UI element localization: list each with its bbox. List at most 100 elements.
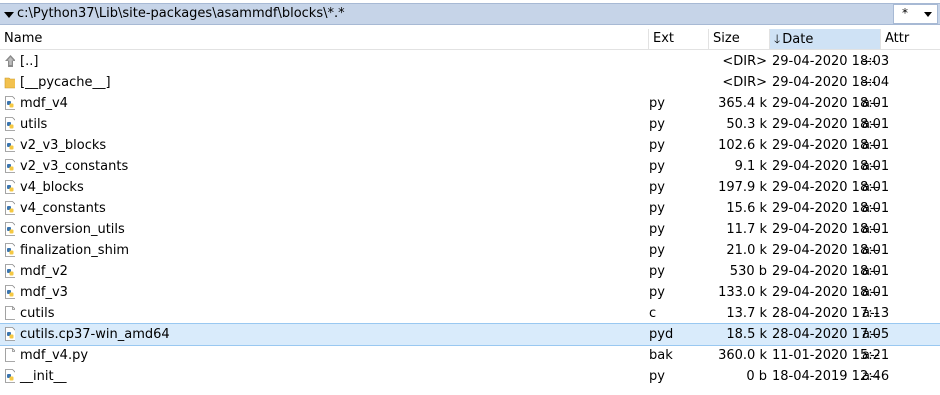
file-row[interactable]: finalization_shim py 21.0 k 29-04-2020 18:0… <box>0 240 940 261</box>
file-size: 365.4 k <box>718 96 767 111</box>
file-ext: py <box>649 369 665 384</box>
file-ext: py <box>649 243 665 258</box>
column-header-name[interactable]: Name <box>0 29 649 49</box>
file-ext: py <box>649 285 665 300</box>
file-size: 11.7 k <box>726 222 767 237</box>
path-bar[interactable]: c:\Python37\Lib\site-packages\asammdf\bl… <box>0 3 940 25</box>
file-size: 13.7 k <box>726 306 767 321</box>
file-name: v2_v3_blocks <box>20 138 107 153</box>
column-header: Name Ext Size 🡓 Date Attr <box>0 29 940 50</box>
file-attr: a-- <box>862 201 880 216</box>
file-size: <DIR> <box>722 54 767 69</box>
column-header-attr[interactable]: Attr <box>881 29 940 49</box>
file-ext: py <box>649 201 665 216</box>
python-file-icon <box>5 201 15 215</box>
column-header-size[interactable]: Size <box>709 29 770 49</box>
file-name: mdf_v4 <box>20 96 68 111</box>
file-ext: py <box>649 96 665 111</box>
file-list: [..] <DIR> 29-04-2020 18:03 --- [__pycache__… <box>0 51 940 387</box>
file-ext: py <box>649 138 665 153</box>
filter-value: * <box>902 6 908 20</box>
file-attr: --- <box>862 75 877 90</box>
file-ext: py <box>649 264 665 279</box>
file-size: 15.6 k <box>726 201 767 216</box>
file-ext: py <box>649 117 665 132</box>
python-file-icon <box>5 264 15 278</box>
file-name: mdf_v3 <box>20 285 68 300</box>
file-attr: a-- <box>862 117 880 132</box>
python-file-icon <box>5 243 15 257</box>
file-size: 0 b <box>746 369 767 384</box>
current-path: c:\Python37\Lib\site-packages\asammdf\bl… <box>17 6 345 21</box>
file-ext: c <box>649 306 657 321</box>
python-file-icon <box>5 285 15 299</box>
file-name: finalization_shim <box>20 243 130 258</box>
file-name: utils <box>20 117 48 132</box>
file-size: 530 b <box>729 264 767 279</box>
file-row[interactable]: __init__ py 0 b 18-04-2019 12:46 a-- <box>0 366 940 387</box>
file-ext: py <box>649 159 665 174</box>
file-attr: a-- <box>862 264 880 279</box>
filter-dropdown[interactable]: * <box>893 4 938 24</box>
dropdown-arrow-icon[interactable] <box>4 12 14 18</box>
file-size: 360.0 k <box>718 348 767 363</box>
file-row[interactable]: v4_blocks py 197.9 k 29-04-2020 18:01 a-- <box>0 177 940 198</box>
blank-file-icon <box>5 348 15 362</box>
python-file-icon <box>5 369 15 383</box>
file-attr: a-- <box>862 306 880 321</box>
folder-icon <box>4 77 15 89</box>
file-row[interactable]: v2_v3_blocks py 102.6 k 29-04-2020 18:01 a-- <box>0 135 940 156</box>
file-attr: a-- <box>862 327 880 342</box>
file-row[interactable]: utils py 50.3 k 29-04-2020 18:01 a-- <box>0 114 940 135</box>
file-attr: a-- <box>862 222 880 237</box>
file-row[interactable]: mdf_v4 py 365.4 k 29-04-2020 18:01 a-- <box>0 93 940 114</box>
file-size: 50.3 k <box>726 117 767 132</box>
file-name: v4_constants <box>20 201 106 216</box>
file-attr: a-- <box>862 369 880 384</box>
file-row[interactable]: cutils c 13.7 k 28-04-2020 17:13 a-- <box>0 303 940 324</box>
file-size: <DIR> <box>722 75 767 90</box>
file-name: __init__ <box>20 369 67 384</box>
file-attr: a-- <box>862 138 880 153</box>
file-name: mdf_v4.py <box>20 348 89 363</box>
column-header-date[interactable]: 🡓 Date <box>770 29 881 49</box>
python-file-icon <box>5 222 15 236</box>
file-row[interactable]: mdf_v4.py bak 360.0 k 11-01-2020 15:21 a-- <box>0 345 940 366</box>
file-size: 21.0 k <box>726 243 767 258</box>
file-ext: pyd <box>649 327 674 342</box>
python-file-icon <box>5 159 15 173</box>
file-ext: py <box>649 180 665 195</box>
file-size: 197.9 k <box>718 180 767 195</box>
file-attr: a-- <box>862 180 880 195</box>
file-row[interactable]: mdf_v2 py 530 b 29-04-2020 18:01 a-- <box>0 261 940 282</box>
python-file-icon <box>5 327 15 341</box>
file-size: 18.5 k <box>726 327 767 342</box>
blank-file-icon <box>5 306 15 320</box>
file-attr: a-- <box>862 243 880 258</box>
file-name: mdf_v2 <box>20 264 68 279</box>
file-row[interactable]: [__pycache__] <DIR> 29-04-2020 18:04 --- <box>0 72 940 93</box>
chevron-down-icon <box>924 12 932 17</box>
sort-descending-icon: 🡓 <box>774 32 781 46</box>
python-file-icon <box>5 117 15 131</box>
file-attr: a-- <box>862 159 880 174</box>
file-attr: a-- <box>862 96 880 111</box>
file-name: cutils.cp37-win_amd64 <box>20 327 170 342</box>
file-row[interactable]: conversion_utils py 11.7 k 29-04-2020 18:01… <box>0 219 940 240</box>
up-dir-icon <box>5 55 15 67</box>
file-row[interactable]: v2_v3_constants py 9.1 k 29-04-2020 18:01 a-… <box>0 156 940 177</box>
file-ext: bak <box>649 348 673 363</box>
file-name: [__pycache__] <box>20 75 111 90</box>
file-row[interactable]: [..] <DIR> 29-04-2020 18:03 --- <box>0 51 940 72</box>
file-row[interactable]: v4_constants py 15.6 k 29-04-2020 18:01 a-- <box>0 198 940 219</box>
python-file-icon <box>5 96 15 110</box>
column-header-ext[interactable]: Ext <box>649 29 709 49</box>
file-row[interactable]: cutils.cp37-win_amd64 pyd 18.5 k 28-04-2020… <box>0 323 940 346</box>
file-name: cutils <box>20 306 55 321</box>
file-name: conversion_utils <box>20 222 125 237</box>
file-row[interactable]: mdf_v3 py 133.0 k 29-04-2020 18:01 a-- <box>0 282 940 303</box>
file-name: v4_blocks <box>20 180 84 195</box>
file-ext: py <box>649 222 665 237</box>
file-attr: a-- <box>862 348 880 363</box>
file-size: 133.0 k <box>718 285 767 300</box>
